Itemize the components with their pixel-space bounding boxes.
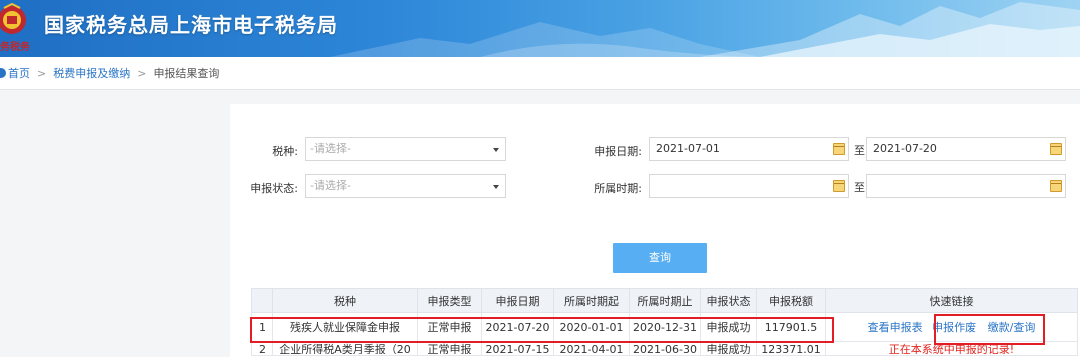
breadcrumb-separator: > [137,66,147,80]
cell-tax: 企业所得税A类月季报（20 [279,343,411,354]
table-row: 2 企业所得税A类月季报（20 正常申报 2021-07-15 2021-04-… [251,341,1078,356]
cell-period-start: 2020-01-01 [553,312,630,342]
column-header: 所属时期起 [553,288,630,313]
column-header: 申报税额 [756,288,826,313]
results-table: 税种 申报类型 申报日期 所属时期起 所属时期止 申报状态 申报税额 快速链接 … [251,288,1078,356]
view-declaration-link[interactable]: 查看申报表 [868,321,923,334]
cell-period-start: 2021-04-01 [559,343,624,354]
row-index: 1 [251,312,273,342]
period-label: 所属时期: [594,182,642,195]
void-declaration-link[interactable]: 申报作废 [932,321,976,334]
period-from-input[interactable] [649,174,849,198]
chevron-down-icon [493,185,499,189]
calendar-icon[interactable] [833,143,845,155]
tax-type-placeholder: -请选择- [310,142,351,155]
column-header: 所属时期止 [629,288,701,313]
tax-type-label: 税种: [272,145,298,158]
column-header: 税种 [272,288,418,313]
breadcrumb: 首页 > 税费申报及缴纳 > 申报结果查询 [0,57,1080,90]
declare-date-to-value: 2021-07-20 [873,142,937,155]
breadcrumb-separator: > [37,66,47,80]
query-panel: 税种: -请选择- 申报日期: 2021-07-01 至 2021-07-20 … [230,104,1080,357]
column-header: 申报状态 [700,288,757,313]
warning-note: 正在本系统中申报的记录! [888,343,1015,354]
column-header: 申报类型 [417,288,482,313]
declare-date-from-input[interactable]: 2021-07-01 [649,137,849,161]
cell-links: 查看申报表 申报作废 缴款/查询 [825,312,1078,342]
breadcrumb-tax-declare[interactable]: 税费申报及缴纳 [53,65,130,81]
cell-period-end: 2021-06-30 [633,343,697,354]
cell-status: 申报成功 [700,312,757,342]
query-button[interactable]: 查询 [613,243,707,273]
cell-period-end: 2020-12-31 [629,312,701,342]
cell-amount: 117901.5 [756,312,826,342]
declare-date-label: 申报日期: [594,145,642,158]
period-range-to-label: 至 [854,181,865,194]
breadcrumb-home[interactable]: 首页 [8,65,30,81]
cell-amount: 123371.01 [761,343,821,354]
cell-type: 正常申报 [417,312,482,342]
cell-type: 正常申报 [427,343,472,354]
cell-tax: 残疾人就业保障金申报 [272,312,418,342]
table-row: 1 残疾人就业保障金申报 正常申报 2021-07-20 2020-01-01 … [251,312,1078,342]
row-index: 2 [259,343,266,354]
table-header-row: 税种 申报类型 申报日期 所属时期起 所属时期止 申报状态 申报税额 快速链接 [251,288,1078,313]
breadcrumb-current: 申报结果查询 [153,67,220,80]
cell-status: 申报成功 [706,343,751,354]
status-placeholder: -请选择- [310,179,351,192]
date-range-to-label: 至 [854,144,865,157]
site-header: 务税务 国家税务总局上海市电子税务局 [0,0,1080,57]
column-header: 快速链接 [825,288,1078,313]
chevron-down-icon [493,148,499,152]
tax-type-select[interactable]: -请选择- [305,137,506,161]
calendar-icon[interactable] [1050,180,1062,192]
declare-date-from-value: 2021-07-01 [656,142,720,155]
status-select[interactable]: -请选择- [305,174,506,198]
declare-date-to-input[interactable]: 2021-07-20 [866,137,1066,161]
home-icon [0,68,6,78]
column-header [251,288,273,313]
column-header: 申报日期 [481,288,554,313]
site-title: 国家税务总局上海市电子税务局 [44,13,338,37]
cell-date: 2021-07-15 [485,343,550,354]
seal-text: 务税务 [0,42,30,53]
period-to-input[interactable] [866,174,1066,198]
calendar-icon[interactable] [833,180,845,192]
cell-date: 2021-07-20 [481,312,554,342]
pay-query-link[interactable]: 缴款/查询 [988,321,1036,334]
status-label: 申报状态: [250,182,298,195]
calendar-icon[interactable] [1050,143,1062,155]
